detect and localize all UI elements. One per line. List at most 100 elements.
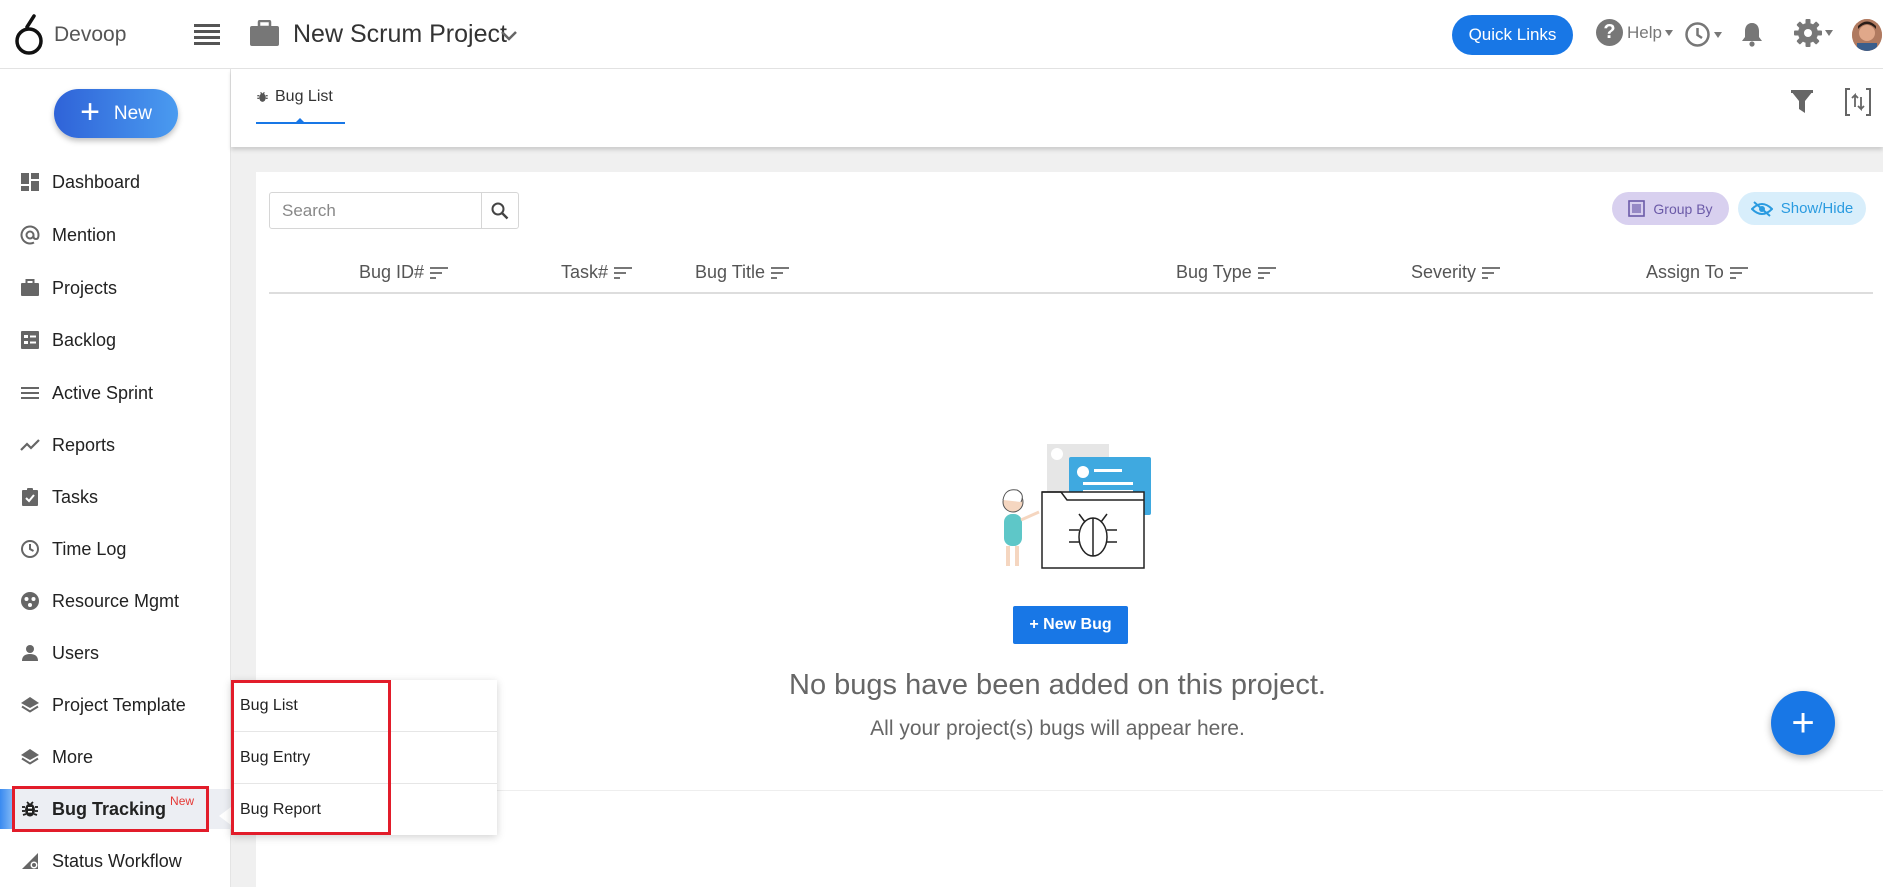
caret-down-icon — [1714, 31, 1722, 38]
menu-icon[interactable] — [194, 23, 220, 45]
column-header-bug-type[interactable]: Bug Type — [1176, 262, 1276, 283]
sidebar-item-projects[interactable]: Projects — [0, 268, 231, 308]
new-button[interactable]: + New — [54, 89, 178, 138]
sidebar-item-label: Dashboard — [52, 171, 141, 192]
caret-down-icon — [1664, 29, 1673, 36]
workflow-icon — [22, 853, 38, 869]
sidebar-item-label: Reports — [52, 434, 116, 455]
column-header-bug-title[interactable]: Bug Title — [695, 262, 790, 283]
group-by-button[interactable]: Group By — [1612, 192, 1729, 225]
sidebar-item-mention[interactable]: Mention — [0, 215, 231, 255]
column-label: Severity — [1411, 262, 1477, 282]
sidebar-item-label: Tasks — [52, 486, 99, 507]
tab-bug-list[interactable]: Bug List — [256, 88, 333, 106]
sidebar-item-label: Backlog — [52, 329, 117, 350]
active-indicator — [0, 789, 12, 829]
sidebar-item-label: Time Log — [52, 538, 127, 559]
divider — [256, 790, 1883, 791]
sidebar-item-project-template[interactable]: Project Template — [0, 685, 231, 725]
sidebar-item-status-workflow[interactable]: Status Workflow — [0, 841, 231, 881]
briefcase-icon — [250, 20, 279, 46]
add-floating-button[interactable]: + — [1771, 691, 1835, 755]
bell-icon[interactable] — [1740, 21, 1764, 47]
sort-icon[interactable] — [614, 266, 633, 280]
backlog-icon — [21, 331, 39, 349]
gear-icon — [1794, 19, 1822, 47]
sort-icon[interactable] — [1482, 266, 1501, 280]
menu-item-bug-report[interactable]: Bug Report — [231, 784, 497, 836]
column-label: Task# — [561, 262, 609, 282]
project-title[interactable]: New Scrum Project — [293, 20, 507, 49]
devoop-logo-icon[interactable] — [14, 14, 44, 56]
column-header-task[interactable]: Task# — [561, 262, 633, 283]
search-button[interactable] — [481, 193, 518, 228]
sidebar-item-label: Bug Tracking — [52, 798, 167, 819]
menu-item-bug-list[interactable]: Bug List — [231, 680, 497, 732]
column-header-assign-to[interactable]: Assign To — [1646, 262, 1748, 283]
group-by-label: Group By — [1653, 200, 1713, 217]
settings-menu[interactable] — [1794, 19, 1833, 47]
quick-links-button[interactable]: Quick Links — [1452, 15, 1573, 55]
clipboard-check-icon — [22, 488, 38, 506]
column-label: Bug Type — [1176, 262, 1252, 282]
table-header: Bug ID# Task# Bug Title Bug Type Severit… — [269, 262, 1873, 294]
help-icon: ? — [1596, 19, 1623, 46]
layers-icon — [21, 749, 39, 765]
avatar[interactable] — [1852, 19, 1882, 51]
sidebar: + New Dashboard Mention Projects Backlog… — [0, 69, 231, 887]
help-label: Help — [1627, 22, 1662, 42]
search-input[interactable] — [270, 193, 481, 228]
show-hide-button[interactable]: Show/Hide — [1738, 192, 1866, 225]
sidebar-item-more[interactable]: More — [0, 737, 231, 777]
sidebar-item-dashboard[interactable]: Dashboard — [0, 162, 231, 202]
sidebar-item-bug-tracking[interactable]: Bug Tracking New — [0, 789, 231, 829]
trend-icon — [20, 439, 40, 451]
caret-down-icon — [1825, 30, 1833, 36]
menu-item-label: Bug Entry — [240, 748, 311, 766]
tab-label: Bug List — [275, 88, 333, 105]
sidebar-item-label: Status Workflow — [52, 850, 182, 871]
dashboard-icon — [21, 173, 39, 191]
plus-icon: + — [80, 93, 100, 131]
user-icon — [22, 645, 38, 661]
sidebar-item-time-log[interactable]: Time Log — [0, 529, 231, 569]
sprint-icon — [21, 387, 39, 399]
sort-icon[interactable] — [1729, 266, 1748, 280]
sidebar-item-users[interactable]: Users — [0, 633, 231, 673]
sort-icon[interactable] — [1257, 266, 1276, 280]
sort-icon[interactable] — [430, 266, 449, 280]
bug-icon — [257, 91, 268, 102]
column-label: Bug Title — [695, 262, 766, 282]
column-header-severity[interactable]: Severity — [1411, 262, 1501, 283]
recent-history-menu[interactable] — [1684, 21, 1722, 48]
top-bar: Devoop New Scrum Project Quick Links ? H… — [0, 0, 1883, 69]
sidebar-item-tasks[interactable]: Tasks — [0, 477, 231, 517]
sidebar-item-active-sprint[interactable]: Active Sprint — [0, 373, 231, 413]
sidebar-item-label: Active Sprint — [52, 382, 154, 403]
empty-state-illustration — [1002, 444, 1151, 569]
export-icon[interactable] — [1844, 87, 1872, 117]
plus-icon: + — [1791, 700, 1815, 745]
column-header-bug-id[interactable]: Bug ID# — [359, 262, 449, 283]
resource-icon — [21, 592, 39, 610]
sort-icon[interactable] — [771, 266, 790, 280]
chevron-down-icon[interactable] — [499, 29, 519, 43]
tab-notch — [295, 118, 305, 123]
sidebar-item-reports[interactable]: Reports — [0, 425, 231, 465]
help-menu[interactable]: ? Help — [1596, 19, 1673, 46]
menu-item-bug-entry[interactable]: Bug Entry — [231, 732, 497, 784]
search-box — [269, 192, 519, 229]
sidebar-item-label: More — [52, 746, 94, 767]
sidebar-item-resource-mgmt[interactable]: Resource Mgmt — [0, 581, 231, 621]
new-badge: New — [170, 794, 195, 808]
menu-item-label: Bug Report — [240, 801, 321, 818]
clock-icon — [21, 540, 39, 558]
sidebar-item-backlog[interactable]: Backlog — [0, 320, 231, 360]
filter-icon[interactable] — [1790, 89, 1814, 115]
briefcase-icon — [21, 279, 39, 296]
new-button-label: New — [113, 102, 152, 124]
sub-header: Bug List — [231, 69, 1883, 147]
bug-tracking-flyout-menu: Bug List Bug Entry Bug Report — [231, 680, 497, 835]
new-bug-button[interactable]: + New Bug — [1013, 606, 1128, 644]
menu-item-label: Bug List — [240, 696, 298, 714]
